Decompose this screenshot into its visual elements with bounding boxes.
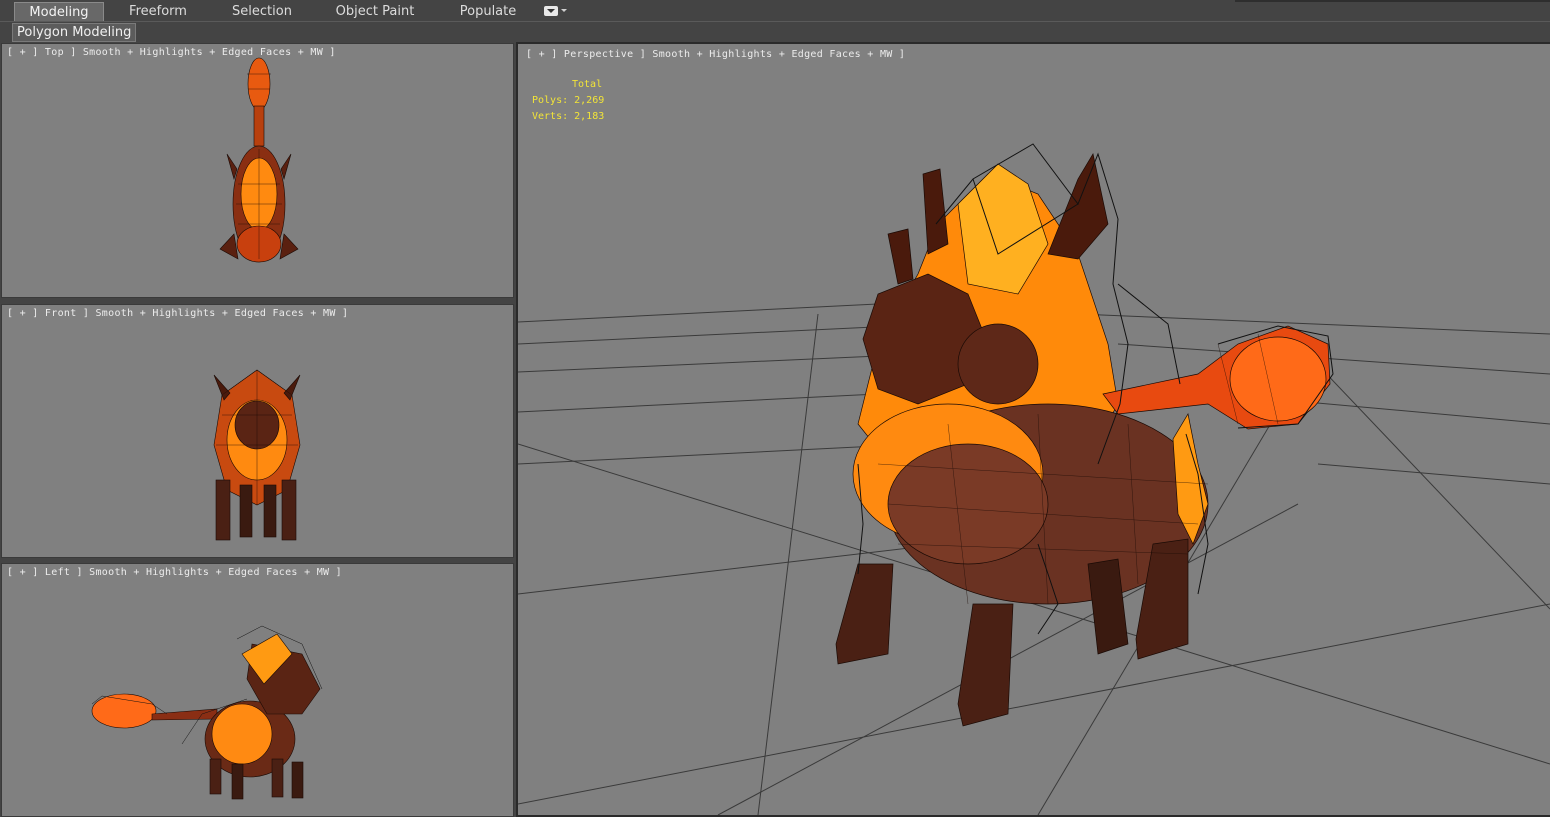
top-view-model bbox=[219, 57, 299, 263]
tab-populate[interactable]: Populate bbox=[450, 2, 526, 21]
chevron-down-icon bbox=[544, 6, 558, 16]
tab-freeform[interactable]: Freeform bbox=[118, 2, 198, 21]
tab-object-paint[interactable]: Object Paint bbox=[330, 2, 420, 21]
viewport-perspective[interactable]: [ + ] Perspective ] Smooth + Highlights … bbox=[516, 42, 1550, 817]
polygon-modeling-button[interactable]: Polygon Modeling bbox=[12, 23, 137, 42]
viewport-top[interactable]: [ + ] Top ] Smooth + Highlights + Edged … bbox=[1, 43, 514, 298]
ribbon-tab-bar: Modeling Freeform Selection Object Paint… bbox=[0, 0, 1550, 22]
tab-modeling[interactable]: Modeling bbox=[14, 2, 104, 22]
ribbon-panel-row: Polygon Modeling bbox=[0, 22, 1550, 42]
tab-selection[interactable]: Selection bbox=[222, 2, 302, 21]
caret-down-icon bbox=[561, 9, 567, 12]
viewport-left[interactable]: [ + ] Left ] Smooth + Highlights + Edged… bbox=[1, 563, 514, 817]
left-view-model bbox=[91, 625, 323, 800]
front-view-model bbox=[213, 369, 301, 541]
ribbon-options-dropdown[interactable] bbox=[544, 6, 567, 18]
perspective-scene bbox=[518, 143, 1550, 815]
viewport-front[interactable]: [ + ] Front ] Smooth + Highlights + Edge… bbox=[1, 304, 514, 558]
creature-model bbox=[835, 153, 1331, 727]
tabbar-edge bbox=[1235, 0, 1550, 2]
